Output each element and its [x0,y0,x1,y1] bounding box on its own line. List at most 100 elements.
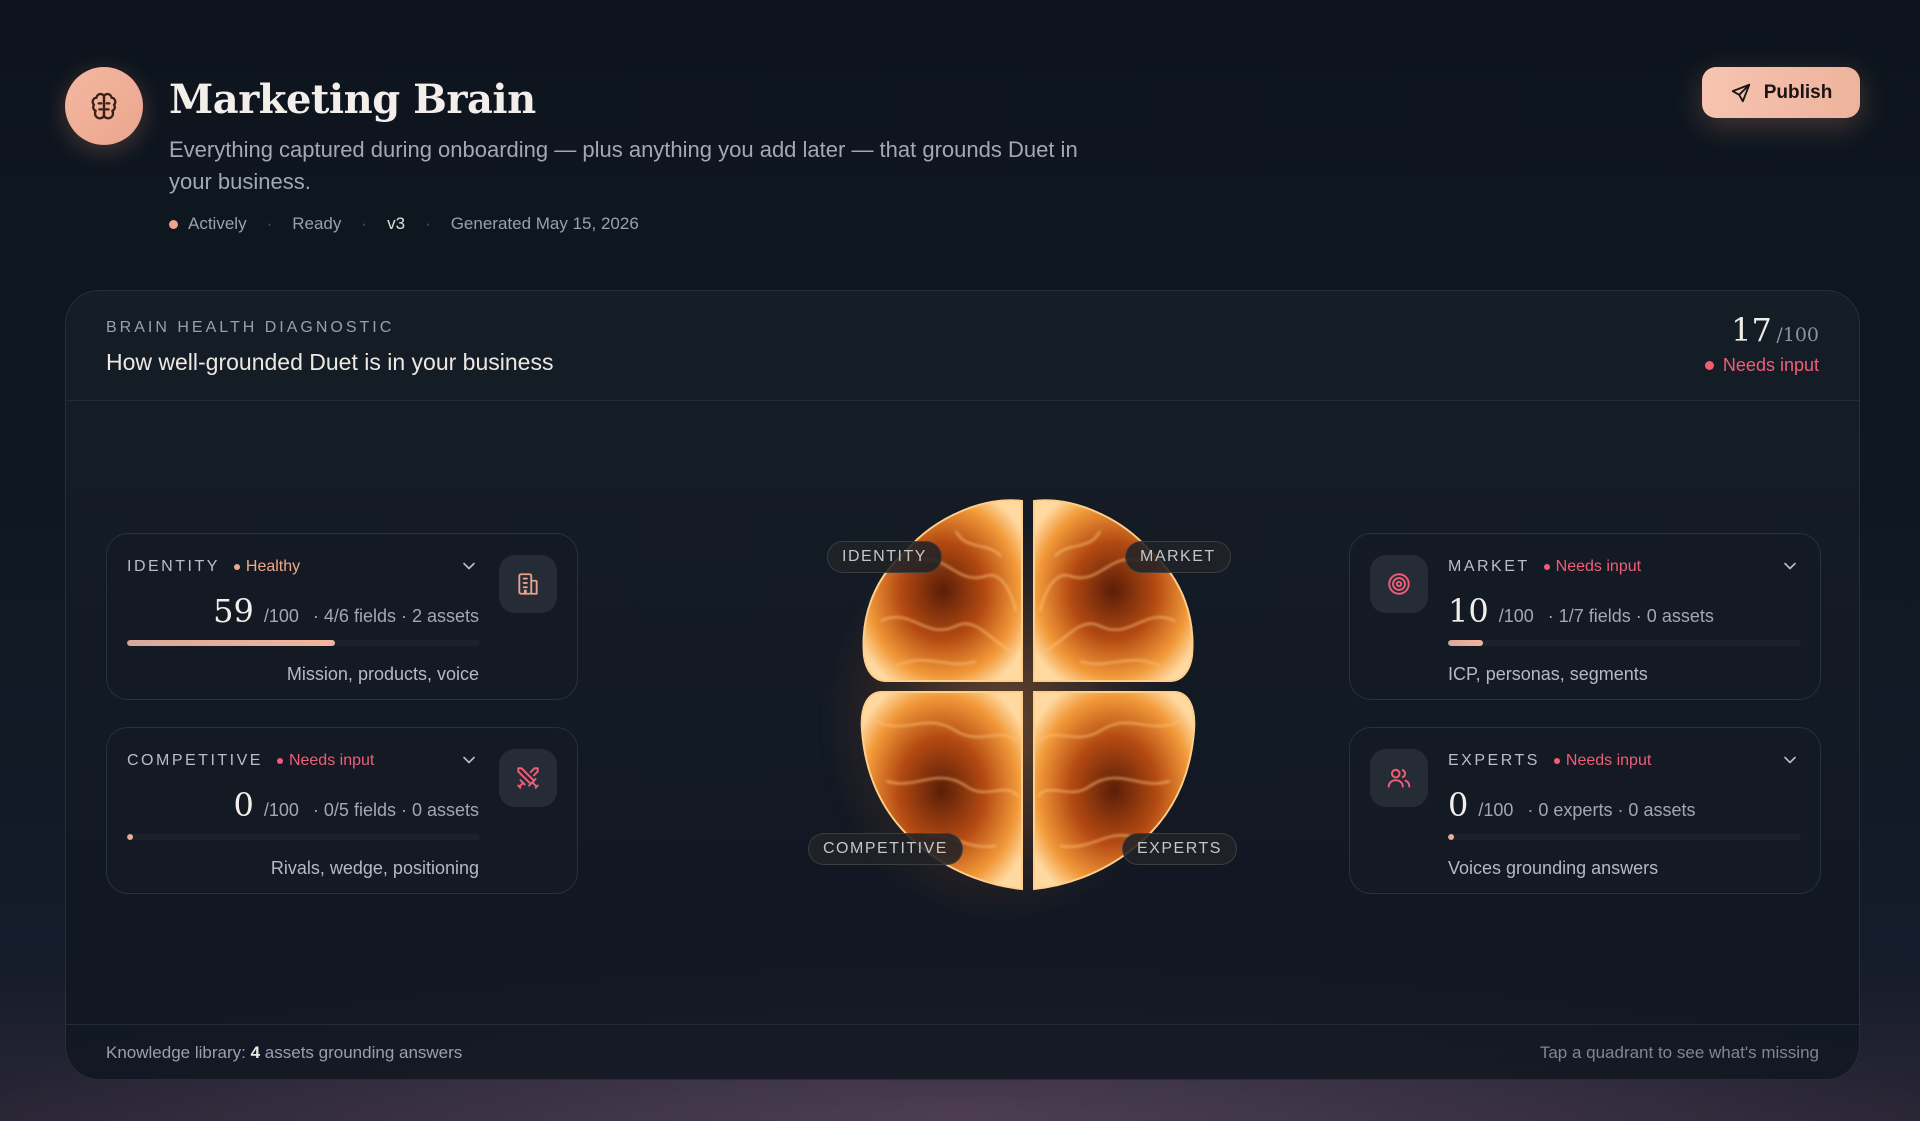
progress-bar [127,834,480,840]
brain-label-competitive[interactable]: COMPETITIVE [808,833,963,865]
meta-separator: · [361,214,368,233]
quadrant-title: IDENTITY [127,558,220,575]
chevron-down-icon[interactable] [459,750,479,770]
publish-label: Publish [1763,81,1833,103]
quadrant-market[interactable]: MARKET Needs input 10 /100 · 1/7 fields … [1349,533,1821,700]
target-icon [1388,573,1410,595]
meta-separator: · [425,214,431,233]
diagnostic-eyebrow: BRAIN HEALTH DIAGNOSTIC [106,319,395,336]
brain-label-experts[interactable]: EXPERTS [1122,833,1237,865]
score-value: 59 [213,592,254,630]
progress-fill [1448,640,1484,646]
status-dot [1704,361,1714,370]
swords-icon [517,767,539,789]
diagnostic-title: How well-grounded Duet is in your busine… [106,349,554,375]
divider [66,1024,1859,1025]
send-icon [1731,83,1750,102]
progress-fill [1448,834,1454,840]
quadrant-description: Rivals, wedge, positioning [270,858,479,878]
quadrant-title: EXPERTS [1448,752,1540,769]
publish-button[interactable]: Publish [1702,67,1860,118]
quadrant-title: COMPETITIVE [127,752,263,769]
building-icon [518,573,538,595]
score-value: 10 [1448,592,1489,630]
brain-logo [65,67,143,145]
meta-version: v3 [387,214,406,233]
score-value: 0 [233,786,254,824]
card-header: BRAIN HEALTH DIAGNOSTIC How well-grounde… [106,319,553,376]
quadrant-label: IDENTITY Healthy [127,558,300,576]
score-denominator: /100 [263,800,299,820]
meta-generated: Generated May 15, 2026 [450,214,639,233]
status-text: Needs input [1565,752,1652,769]
status-text: Needs input [288,752,375,769]
footer-hint: Tap a quadrant to see what's missing [1539,1043,1819,1062]
brain-label-identity[interactable]: IDENTITY [827,541,942,573]
status-text: Needs input [1555,558,1642,575]
chevron-down-icon[interactable] [1780,556,1800,576]
quadrant-identity[interactable]: IDENTITY Healthy 59 /100 · 4/6 fields · … [106,533,578,700]
quadrant-label: MARKET Needs input [1448,558,1641,576]
score-info: · 1/7 fields · 0 assets [1547,606,1714,626]
status-badge: Healthy [233,558,301,576]
quadrant-icon-box [1370,555,1428,613]
quadrant-label: COMPETITIVE Needs input [127,752,374,770]
progress-bar [127,640,480,646]
meta-separator: · [266,214,273,233]
brain-icon [91,92,117,120]
score-info: · 0/5 fields · 0 assets [312,800,479,820]
divider [66,400,1859,401]
progress-fill [127,834,133,840]
quadrant-experts[interactable]: EXPERTS Needs input 0 /100 · 0 experts ·… [1349,727,1821,894]
status-badge: Needs input [1553,752,1652,770]
quadrant-score: 0 /100 · 0/5 fields · 0 assets [234,786,479,824]
quadrant-icon-box [499,749,557,807]
score-info: · 4/6 fields · 2 assets [312,606,479,626]
library-prefix: Knowledge library: [106,1043,246,1062]
score-denominator: /100 [1478,800,1514,820]
status-text: Healthy [245,558,301,575]
quadrant-label: EXPERTS Needs input [1448,752,1651,770]
quadrant-description: Voices grounding answers [1448,858,1659,878]
overall-score-value: 17 [1731,311,1772,349]
quadrant-competitive[interactable]: COMPETITIVE Needs input 0 /100 · 0/5 fie… [106,727,578,894]
chevron-down-icon[interactable] [459,556,479,576]
status-badge: Needs input [276,752,375,770]
quadrant-score: 10 /100 · 1/7 fields · 0 assets [1448,592,1714,630]
score-denominator: /100 [263,606,299,626]
meta-state: Ready [292,214,342,233]
brain-health-card: BRAIN HEALTH DIAGNOSTIC How well-grounde… [65,290,1860,1080]
quadrant-description: Mission, products, voice [286,664,479,684]
overall-status-label: Needs input [1722,355,1819,375]
score-denominator: /100 [1498,606,1534,626]
brain-label-market[interactable]: MARKET [1125,541,1231,573]
page-subtitle: Everything captured during onboarding — … [169,137,1078,194]
progress-bar [1448,640,1801,646]
chevron-down-icon[interactable] [1780,750,1800,770]
score-value: 0 [1448,786,1469,824]
brain-lobe-market [1033,499,1194,682]
users-icon [1387,768,1411,788]
brain-illustration: IDENTITY MARKET COMPETITIVE EXPERTS [786,491,1237,931]
library-suffix: assets grounding answers [264,1043,463,1062]
quadrant-description: ICP, personas, segments [1448,664,1648,684]
progress-fill [127,640,336,646]
brain-lobe-identity [862,499,1023,682]
quadrant-icon-box [499,555,557,613]
overall-score-denominator: /100 [1776,324,1819,346]
overall-status: Needs input [1704,355,1819,376]
status-badge: Needs input [1543,558,1642,576]
quadrant-title: MARKET [1448,558,1530,575]
status-dot [169,219,178,229]
score-info: · 0 experts · 0 assets [1527,800,1696,820]
meta-status: Actively [188,214,247,233]
quadrant-score: 0 /100 · 0 experts · 0 assets [1448,786,1695,824]
quadrant-score: 59 /100 · 4/6 fields · 2 assets [213,592,479,630]
quadrant-icon-box [1370,749,1428,807]
library-count: 4 [250,1043,261,1062]
meta-row: Actively · Ready · v3 · Generated May 15… [169,214,639,234]
progress-bar [1448,834,1801,840]
overall-score: 17 /100 Needs input [1704,311,1819,376]
knowledge-library: Knowledge library: 4 assets grounding an… [106,1043,462,1063]
page-title: Marketing Brain [169,76,536,123]
